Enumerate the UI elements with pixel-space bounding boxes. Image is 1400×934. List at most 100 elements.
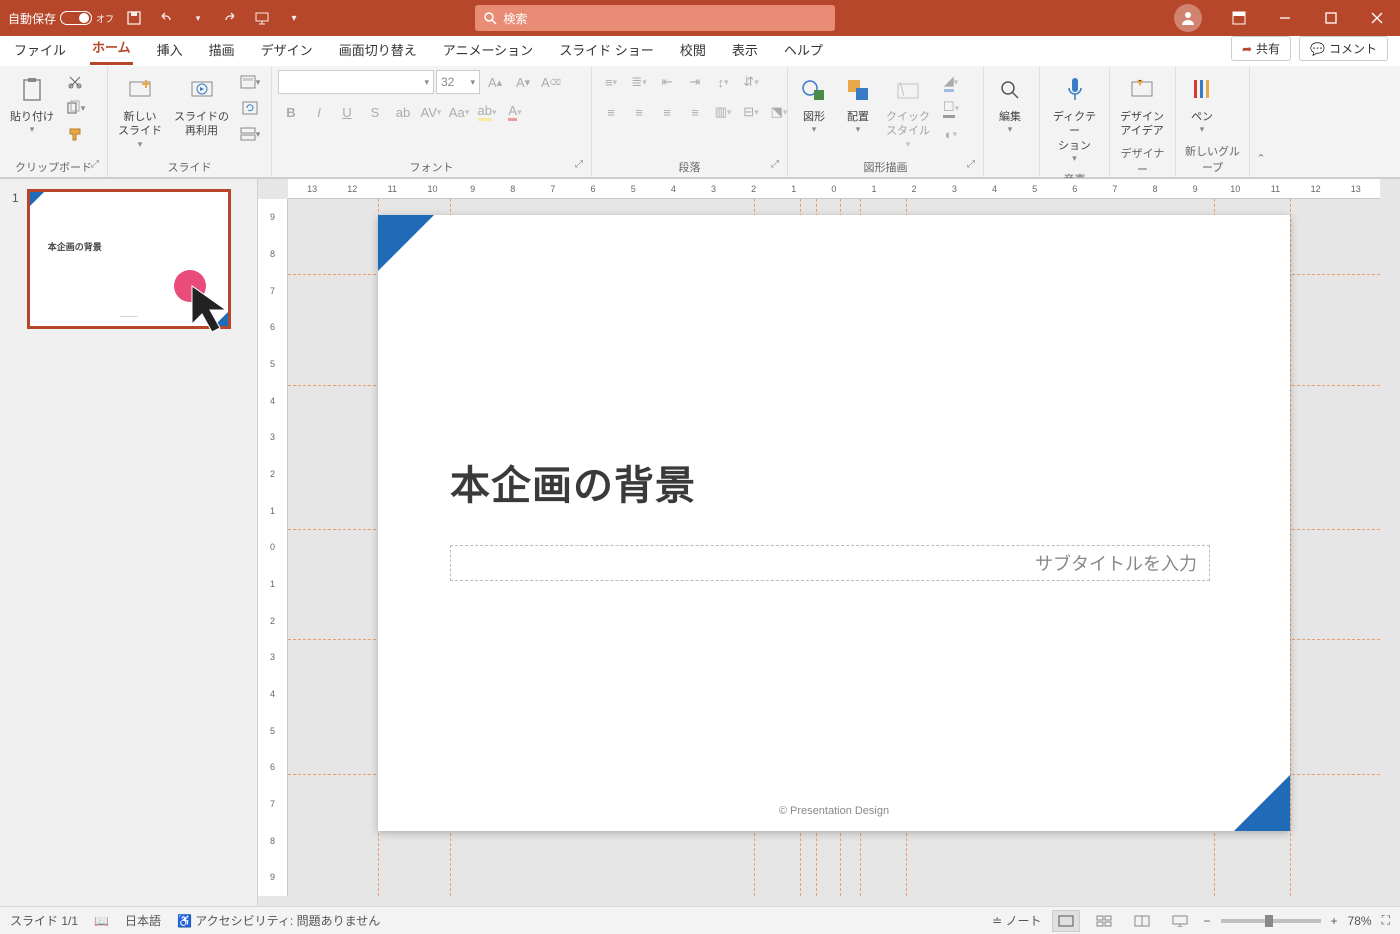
subtitle-placeholder[interactable]: サブタイトルを入力 [450, 545, 1210, 581]
columns-button[interactable]: ▥▾ [710, 100, 736, 124]
tab-transitions[interactable]: 画面切り替え [337, 36, 419, 65]
normal-view-button[interactable] [1052, 910, 1080, 932]
section-button[interactable]: ▾ [237, 122, 263, 146]
increase-indent-button[interactable]: ⇥ [682, 70, 708, 94]
drawing-launcher[interactable]: ⤢ [967, 159, 975, 170]
qat-customize[interactable]: ▾ [282, 6, 306, 30]
format-painter-button[interactable] [62, 122, 88, 146]
vertical-ruler[interactable]: 9876543210123456789 [258, 199, 288, 896]
char-spacing-button[interactable]: AV▾ [418, 100, 444, 124]
slideshow-view-button[interactable] [1166, 910, 1194, 932]
font-size-combo[interactable]: 32▾ [436, 70, 480, 94]
clipboard-launcher[interactable]: ⤢ [91, 159, 99, 170]
paste-button[interactable]: 貼り付け▾ [6, 70, 58, 140]
justify-button[interactable]: ≡ [682, 100, 708, 124]
tab-home[interactable]: ホーム [90, 33, 133, 65]
shadow-button[interactable]: ab [390, 100, 416, 124]
reuse-slides-button[interactable]: スライドの 再利用 [170, 70, 233, 143]
underline-button[interactable]: U [334, 100, 360, 124]
decrease-indent-button[interactable]: ⇤ [654, 70, 680, 94]
title-textbox[interactable]: 本企画の背景 [450, 453, 696, 511]
tab-insert[interactable]: 挿入 [155, 36, 185, 65]
align-right-button[interactable]: ≡ [654, 100, 680, 124]
numbering-button[interactable]: ≣▾ [626, 70, 652, 94]
save-button[interactable] [122, 6, 146, 30]
new-slide-button[interactable]: 新しい スライド▾ [114, 70, 166, 154]
slide-indicator[interactable]: スライド 1/1 [10, 912, 78, 929]
sorter-view-button[interactable] [1090, 910, 1118, 932]
notes-button[interactable]: ≐ ノート [992, 912, 1041, 929]
smartart-button[interactable]: ⬔▾ [766, 100, 792, 124]
undo-dropdown[interactable]: ▾ [186, 6, 210, 30]
copy-button[interactable]: ▾ [62, 96, 88, 120]
strikethrough-button[interactable]: S [362, 100, 388, 124]
shape-fill-button[interactable]: ◢▾ [938, 70, 964, 94]
undo-button[interactable] [154, 6, 178, 30]
design-ideas-button[interactable]: デザイン アイデア [1116, 70, 1168, 143]
align-center-button[interactable]: ≡ [626, 100, 652, 124]
clear-formatting-button[interactable]: A⌫ [538, 70, 564, 94]
slide-thumbnails-panel[interactable]: 1 本企画の背景 ───── [0, 179, 258, 906]
language-indicator[interactable]: 日本語 [125, 912, 161, 929]
font-launcher[interactable]: ⤢ [575, 159, 583, 170]
tab-review[interactable]: 校閲 [678, 36, 708, 65]
zoom-out-button[interactable]: − [1204, 914, 1211, 928]
slide-footer: © Presentation Design [779, 805, 889, 817]
slide-canvas[interactable]: 本企画の背景 サブタイトルを入力 © Presentation Design [378, 215, 1290, 831]
zoom-in-button[interactable]: + [1331, 914, 1338, 928]
line-spacing-button[interactable]: ↕▾ [710, 70, 736, 94]
reset-button[interactable] [237, 96, 263, 120]
minimize-button[interactable] [1262, 0, 1308, 36]
zoom-level[interactable]: 78% [1348, 914, 1372, 928]
reading-view-button[interactable] [1128, 910, 1156, 932]
autosave-toggle[interactable]: 自動保存 オフ [8, 10, 114, 27]
tab-help[interactable]: ヘルプ [782, 36, 825, 65]
shape-outline-button[interactable]: ☐▾ [938, 96, 964, 120]
tab-draw[interactable]: 描画 [207, 36, 237, 65]
zoom-slider[interactable] [1221, 919, 1321, 923]
shapes-button[interactable]: 図形▾ [794, 70, 834, 140]
tab-animations[interactable]: アニメーション [441, 36, 535, 65]
accessibility-indicator[interactable]: ♿ アクセシビリティ: 問題ありません [177, 912, 380, 929]
share-button[interactable]: ➦共有 [1231, 36, 1291, 61]
paragraph-launcher[interactable]: ⤢ [771, 159, 779, 170]
ribbon-display-button[interactable] [1216, 0, 1262, 36]
font-name-combo[interactable]: ▾ [278, 70, 434, 94]
text-direction-button[interactable]: ⇵▾ [738, 70, 764, 94]
search-box[interactable]: 検索 [475, 5, 835, 31]
cut-button[interactable] [62, 70, 88, 94]
arrange-button[interactable]: 配置▾ [838, 70, 878, 140]
align-left-button[interactable]: ≡ [598, 100, 624, 124]
grow-font-button[interactable]: A▴ [482, 70, 508, 94]
italic-button[interactable]: I [306, 100, 332, 124]
account-button[interactable] [1174, 4, 1202, 32]
horizontal-ruler[interactable]: 13121110987654321012345678910111213 [288, 179, 1380, 199]
redo-button[interactable] [218, 6, 242, 30]
highlight-button[interactable]: ab▾ [474, 100, 500, 124]
tab-view[interactable]: 表示 [730, 36, 760, 65]
comments-button[interactable]: 💬コメント [1299, 36, 1388, 61]
spellcheck-icon[interactable]: 📖 [94, 914, 109, 928]
slide-thumbnail-1[interactable]: 本企画の背景 ───── [27, 189, 231, 329]
editing-button[interactable]: 編集▾ [990, 70, 1030, 140]
bullets-button[interactable]: ≡▾ [598, 70, 624, 94]
align-text-button[interactable]: ⊟▾ [738, 100, 764, 124]
fit-to-window-button[interactable]: ⛶ [1382, 913, 1390, 928]
layout-button[interactable]: ▾ [237, 70, 263, 94]
tab-file[interactable]: ファイル [12, 36, 68, 65]
change-case-button[interactable]: Aa▾ [446, 100, 472, 124]
bold-button[interactable]: B [278, 100, 304, 124]
present-from-start-button[interactable] [250, 6, 274, 30]
quick-styles-button[interactable]: クイック スタイル▾ [882, 70, 934, 154]
tab-design[interactable]: デザイン [259, 36, 315, 65]
canvas[interactable]: 本企画の背景 サブタイトルを入力 © Presentation Design [288, 199, 1380, 896]
shrink-font-button[interactable]: A▾ [510, 70, 536, 94]
font-color-button[interactable]: A▾ [502, 100, 528, 124]
collapse-ribbon-button[interactable]: ˆ [1250, 66, 1272, 177]
dictate-button[interactable]: ディクテー ション▾ [1046, 70, 1103, 169]
pen-button[interactable]: ペン▾ [1182, 70, 1222, 140]
close-button[interactable] [1354, 0, 1400, 36]
shape-effects-button[interactable]: ◐▾ [938, 122, 964, 146]
tab-slideshow[interactable]: スライド ショー [557, 36, 656, 65]
maximize-button[interactable] [1308, 0, 1354, 36]
